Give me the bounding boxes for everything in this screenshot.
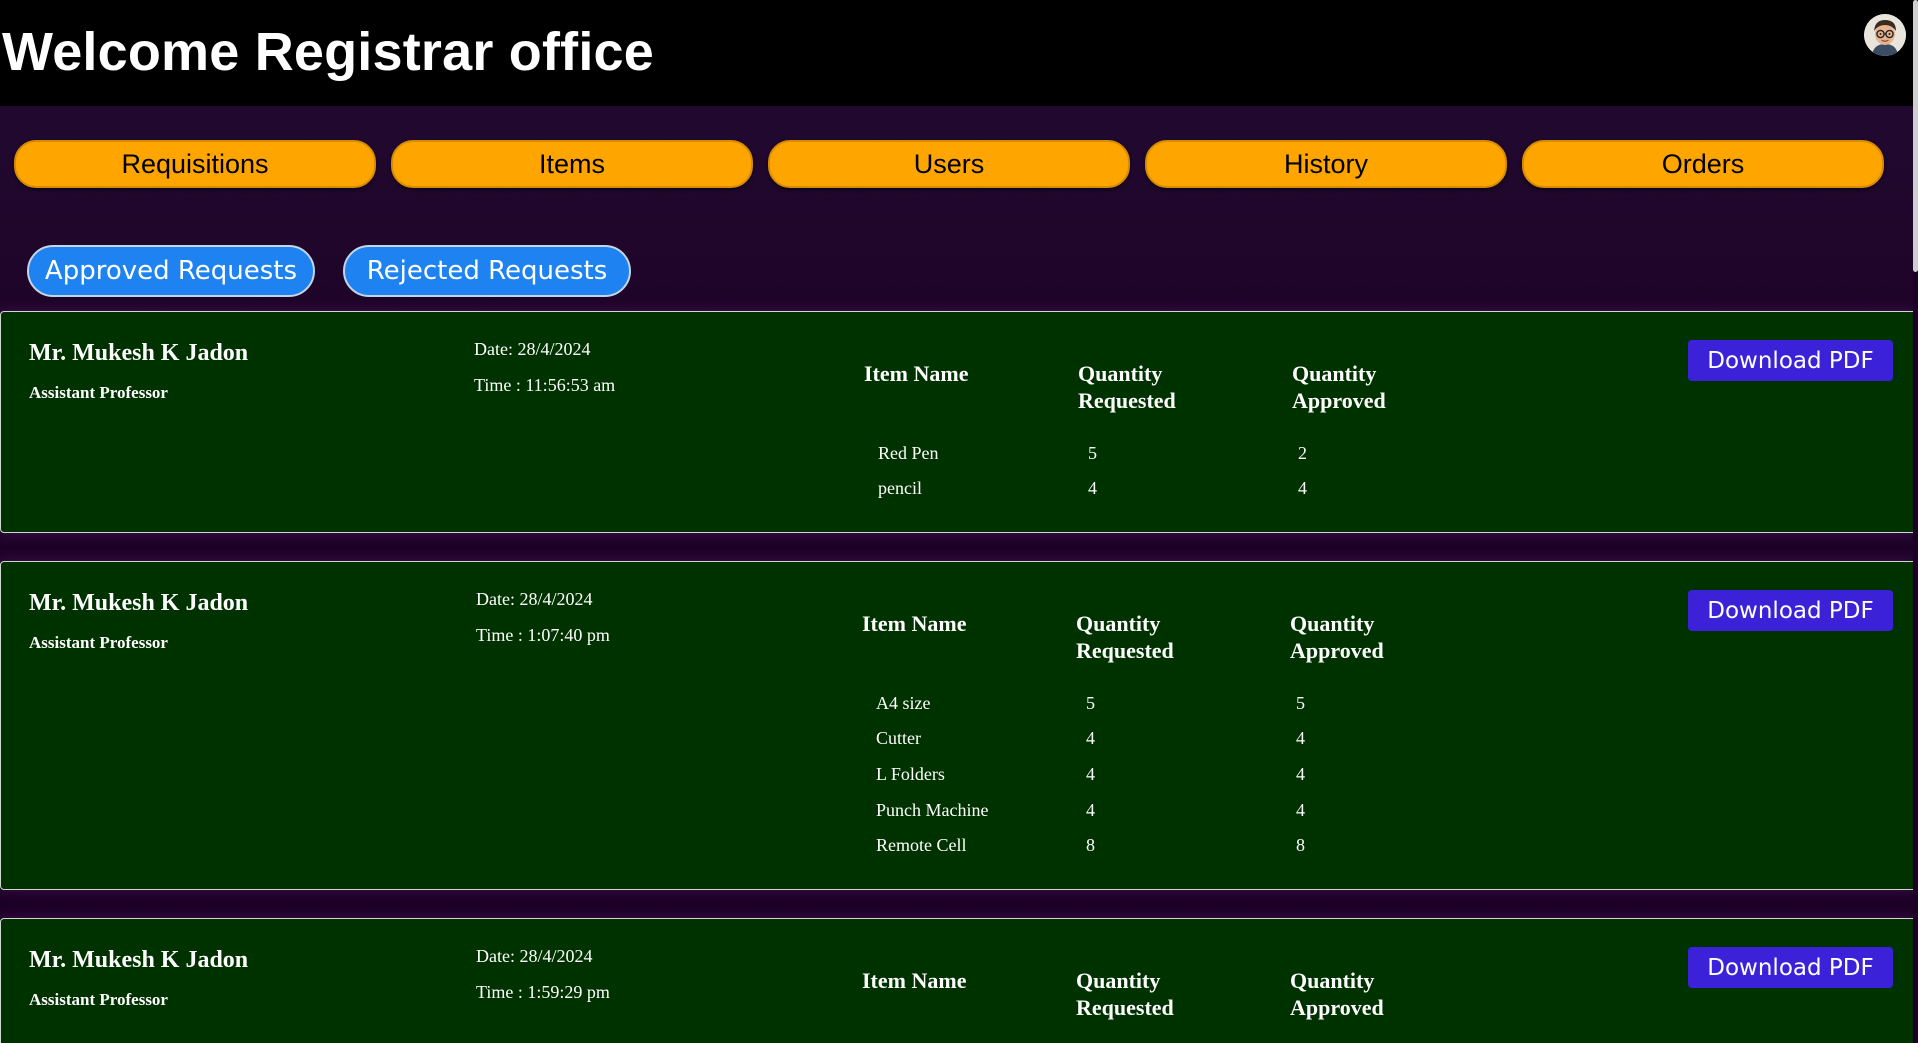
requester-name: Mr. Mukesh K Jadon bbox=[29, 947, 249, 973]
nav-orders-button[interactable]: Orders bbox=[1522, 140, 1884, 188]
cell-item: Cutter bbox=[876, 728, 921, 748]
requester-role: Assistant Professor bbox=[29, 633, 168, 652]
nav-items-button[interactable]: Items bbox=[391, 140, 753, 188]
cell-approved: 5 bbox=[1296, 693, 1305, 713]
cell-item: pencil bbox=[878, 478, 922, 498]
nav-requisitions-button[interactable]: Requisitions bbox=[14, 140, 376, 188]
cell-requested: 5 bbox=[1086, 693, 1095, 713]
request-time: Time : 1:59:29 pm bbox=[476, 982, 610, 1002]
download-pdf-button[interactable]: Download PDF bbox=[1688, 590, 1893, 631]
cell-requested: 4 bbox=[1086, 764, 1095, 784]
header-qty-requested: Quantity Requested bbox=[1076, 611, 1174, 663]
requester-name: Mr. Mukesh K Jadon bbox=[29, 340, 249, 366]
cell-requested: 4 bbox=[1086, 800, 1095, 820]
request-card: Mr. Mukesh K Jadon Assistant Professor D… bbox=[0, 561, 1918, 890]
header-qty-approved: Quantity Approved bbox=[1292, 361, 1386, 413]
user-avatar-icon[interactable] bbox=[1864, 14, 1906, 56]
header-qty-approved: Quantity Approved bbox=[1290, 968, 1384, 1020]
cell-approved: 4 bbox=[1296, 764, 1305, 784]
rejected-requests-tab[interactable]: Rejected Requests bbox=[343, 245, 631, 297]
cell-requested: 4 bbox=[1088, 478, 1097, 498]
cell-item: L Folders bbox=[876, 764, 945, 784]
cell-requested: 5 bbox=[1088, 443, 1097, 463]
page-header: Welcome Registrar office bbox=[0, 0, 1918, 106]
page-title: Welcome Registrar office bbox=[2, 22, 655, 82]
cell-approved: 8 bbox=[1296, 835, 1305, 855]
request-date: Date: 28/4/2024 bbox=[476, 946, 593, 966]
header-item-name: Item Name bbox=[862, 968, 967, 993]
cell-item: Punch Machine bbox=[876, 800, 989, 820]
requester-name: Mr. Mukesh K Jadon bbox=[29, 590, 249, 616]
page-scrollbar[interactable] bbox=[1913, 0, 1918, 1043]
cell-requested: 8 bbox=[1086, 835, 1095, 855]
approved-requests-tab[interactable]: Approved Requests bbox=[27, 245, 315, 297]
header-item-name: Item Name bbox=[864, 361, 969, 386]
request-card: Mr. Mukesh K Jadon Assistant Professor D… bbox=[0, 918, 1918, 1043]
header-qty-requested: Quantity Requested bbox=[1076, 968, 1174, 1020]
cell-item: Remote Cell bbox=[876, 835, 967, 855]
header-qty-approved: Quantity Approved bbox=[1290, 611, 1384, 663]
request-card: Mr. Mukesh K Jadon Assistant Professor D… bbox=[0, 311, 1918, 533]
cell-item: A4 size bbox=[876, 693, 931, 713]
scrollbar-thumb[interactable] bbox=[1913, 0, 1918, 272]
cell-item: Red Pen bbox=[878, 443, 939, 463]
request-time: Time : 11:56:53 am bbox=[474, 375, 616, 395]
nav-users-button[interactable]: Users bbox=[768, 140, 1130, 188]
cell-approved: 4 bbox=[1298, 478, 1307, 498]
cell-requested: 4 bbox=[1086, 728, 1095, 748]
request-time: Time : 1:07:40 pm bbox=[476, 625, 610, 645]
request-date: Date: 28/4/2024 bbox=[474, 339, 591, 359]
requester-role: Assistant Professor bbox=[29, 990, 168, 1009]
nav-history-button[interactable]: History bbox=[1145, 140, 1507, 188]
header-qty-requested: Quantity Requested bbox=[1078, 361, 1176, 413]
requester-role: Assistant Professor bbox=[29, 383, 168, 402]
request-date: Date: 28/4/2024 bbox=[476, 589, 593, 609]
cell-approved: 4 bbox=[1296, 728, 1305, 748]
download-pdf-button[interactable]: Download PDF bbox=[1688, 947, 1893, 988]
download-pdf-button[interactable]: Download PDF bbox=[1688, 340, 1893, 381]
cell-approved: 4 bbox=[1296, 800, 1305, 820]
cell-approved: 2 bbox=[1298, 443, 1307, 463]
header-item-name: Item Name bbox=[862, 611, 967, 636]
